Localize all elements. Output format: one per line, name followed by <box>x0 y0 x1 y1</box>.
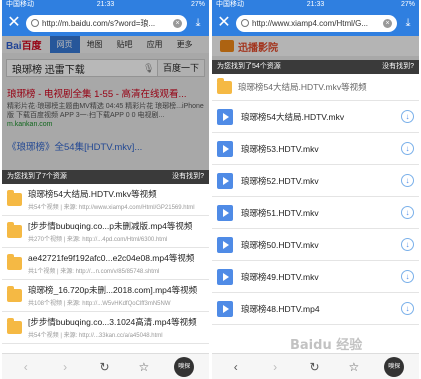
left-phone-screen: 中国移动 21:33 27% ✕ http://m.baidu.com/s?wo… <box>2 0 209 379</box>
url-text: http://m.baidu.com/s?word=琅... <box>42 18 156 28</box>
clock: 21:33 <box>96 1 115 8</box>
sniff-button[interactable]: 嗅探 <box>384 356 405 377</box>
folder-icon <box>7 190 22 206</box>
play-icon[interactable] <box>217 268 233 285</box>
video-title: 琅琊榜50.HDTV.mkv <box>241 239 319 250</box>
item-title: 琅琊榜54大结局.HDTV.mkv等视频 <box>28 189 157 199</box>
resource-list: 琅琊榜54大结局.HDTV.mkv等视频 共54个视频 | 来源: http:/… <box>2 184 209 344</box>
list-item[interactable]: 琅琊榜_16.720p未删...2018.com].mp4等视频 共108个视频… <box>2 280 209 312</box>
video-title: 琅琊榜48.HDTV.mp4 <box>241 303 320 314</box>
item-source: 共1个视频 | 来源: http://...n.com/v/85/85748.s… <box>28 269 160 275</box>
close-icon[interactable]: ✕ <box>7 15 21 31</box>
video-title: 琅琊榜49.HDTV.mkv <box>241 271 319 282</box>
address-bar: ✕ http://m.baidu.com/s?word=琅... × ⤓ <box>2 10 209 36</box>
video-title: 琅琊榜54大结局.HDTV.mkv <box>241 111 345 122</box>
status-bar: 中国移动 21:33 27% <box>212 0 419 10</box>
url-field[interactable]: http://m.baidu.com/s?word=琅... × <box>26 14 187 32</box>
video-title: 琅琊榜52.HDTV.mkv <box>241 175 319 186</box>
right-phone-screen: 中国移动 21:33 27% ✕ http://www.xiamp4.com/H… <box>212 0 419 379</box>
forward-icon[interactable]: › <box>56 361 74 373</box>
battery: 27% <box>400 1 415 8</box>
resource-sheet-header: 为您找到了7个资源 没有找到? <box>2 170 209 184</box>
play-icon[interactable] <box>217 140 233 157</box>
download-circle-icon[interactable]: ↓ <box>401 142 414 155</box>
video-row[interactable]: 琅琊榜48.HDTV.mp4 ↓ <box>212 293 419 325</box>
dim-overlay[interactable] <box>2 36 209 170</box>
not-found-link[interactable]: 没有找到? <box>382 60 414 74</box>
video-row[interactable]: 琅琊榜49.HDTV.mkv ↓ <box>212 261 419 293</box>
favorite-icon[interactable]: ☆ <box>135 361 153 373</box>
clear-icon[interactable]: × <box>173 18 182 28</box>
folder-icon <box>7 286 22 302</box>
globe-icon <box>31 19 39 27</box>
item-source: 共108个视频 | 来源: http://...W5vHKdfQoClff3mN… <box>28 301 171 307</box>
folder-icon <box>7 318 22 334</box>
status-bar: 中国移动 21:33 27% <box>2 0 209 10</box>
item-source: 共54个视频 | 来源: http://www.xiamp4.com/Html/… <box>28 205 195 211</box>
item-title: [步步情bubuqing.co...p未删减版.mp4等视频 <box>28 221 193 231</box>
clear-icon[interactable]: × <box>383 18 392 28</box>
item-source: 共270个视频 | 来源: http://...4pd.com/Html/630… <box>28 237 168 243</box>
download-icon[interactable]: ⤓ <box>192 17 204 30</box>
globe-icon <box>241 19 249 27</box>
folder-icon <box>7 222 22 238</box>
video-title: 琅琊榜53.HDTV.mkv <box>241 143 319 154</box>
folder-title: 琅琊榜54大结局.HDTV.mkv等视频 <box>238 82 367 92</box>
item-source: 共54个视频 | 来源: http://...33kan.cc/a/a45048… <box>28 333 163 339</box>
clock: 21:33 <box>306 1 325 8</box>
download-circle-icon[interactable]: ↓ <box>401 302 414 315</box>
list-item[interactable]: [步步情bubuqing.co...p未删减版.mp4等视频 共270个视频 |… <box>2 216 209 248</box>
resource-sheet-header: 为您找到了54个资源 没有找到? <box>212 60 419 74</box>
not-found-link[interactable]: 没有找到? <box>172 170 204 184</box>
folder-row[interactable]: 琅琊榜54大结局.HDTV.mkv等视频 <box>212 74 419 101</box>
address-bar: ✕ http://www.xiamp4.com/Html/G... × ⤓ <box>212 10 419 36</box>
found-count: 为您找到了7个资源 <box>7 173 67 180</box>
refresh-icon[interactable]: ↻ <box>95 361 113 373</box>
item-title: 琅琊榜_16.720p未删...2018.com].mp4等视频 <box>28 285 198 295</box>
download-circle-icon[interactable]: ↓ <box>401 110 414 123</box>
video-row[interactable]: 琅琊榜50.HDTV.mkv ↓ <box>212 229 419 261</box>
video-row[interactable]: 琅琊榜51.HDTV.mkv ↓ <box>212 197 419 229</box>
play-icon[interactable] <box>217 204 233 221</box>
refresh-icon[interactable]: ↻ <box>305 361 323 373</box>
found-count: 为您找到了54个资源 <box>217 63 281 70</box>
list-item[interactable]: 琅琊榜54大结局.HDTV.mkv等视频 共54个视频 | 来源: http:/… <box>2 184 209 216</box>
battery: 27% <box>190 1 205 8</box>
item-title: ae42721fe9f192afc0...e2c04e08.mp4等视频 <box>28 253 195 263</box>
folder-icon <box>217 77 232 94</box>
folder-icon <box>7 254 22 270</box>
video-row[interactable]: 琅琊榜52.HDTV.mkv ↓ <box>212 165 419 197</box>
favorite-icon[interactable]: ☆ <box>345 361 363 373</box>
download-circle-icon[interactable]: ↓ <box>401 238 414 251</box>
play-icon[interactable] <box>217 300 233 317</box>
forward-icon[interactable]: › <box>266 361 284 373</box>
play-icon[interactable] <box>217 108 233 125</box>
video-row[interactable]: 琅琊榜54大结局.HDTV.mkv ↓ <box>212 101 419 133</box>
item-title: [步步情bubuqing.co...3.1024高清.mp4等视频 <box>28 317 197 327</box>
play-icon[interactable] <box>217 236 233 253</box>
play-icon[interactable] <box>217 172 233 189</box>
back-icon[interactable]: ‹ <box>17 361 35 373</box>
download-icon[interactable]: ⤓ <box>402 17 414 30</box>
download-circle-icon[interactable]: ↓ <box>401 270 414 283</box>
back-icon[interactable]: ‹ <box>227 361 245 373</box>
url-text: http://www.xiamp4.com/Html/G... <box>252 18 369 28</box>
video-row[interactable]: 琅琊榜53.HDTV.mkv ↓ <box>212 133 419 165</box>
sniff-button[interactable]: 嗅探 <box>174 356 195 377</box>
download-circle-icon[interactable]: ↓ <box>401 174 414 187</box>
browser-toolbar: ‹ › ↻ ☆ 嗅探 <box>212 353 419 379</box>
video-title: 琅琊榜51.HDTV.mkv <box>241 207 319 218</box>
resource-list: 琅琊榜54大结局.HDTV.mkv等视频 琅琊榜54大结局.HDTV.mkv ↓… <box>212 74 419 325</box>
close-icon[interactable]: ✕ <box>217 15 231 31</box>
download-circle-icon[interactable]: ↓ <box>401 206 414 219</box>
dim-overlay[interactable] <box>212 36 419 60</box>
list-item[interactable]: ae42721fe9f192afc0...e2c04e08.mp4等视频 共1个… <box>2 248 209 280</box>
watermark: Baidu 经验 <box>290 338 363 353</box>
browser-toolbar: ‹ › ↻ ☆ 嗅探 <box>2 353 209 379</box>
url-field[interactable]: http://www.xiamp4.com/Html/G... × <box>236 14 397 32</box>
list-item[interactable]: [步步情bubuqing.co...3.1024高清.mp4等视频 共54个视频… <box>2 312 209 344</box>
